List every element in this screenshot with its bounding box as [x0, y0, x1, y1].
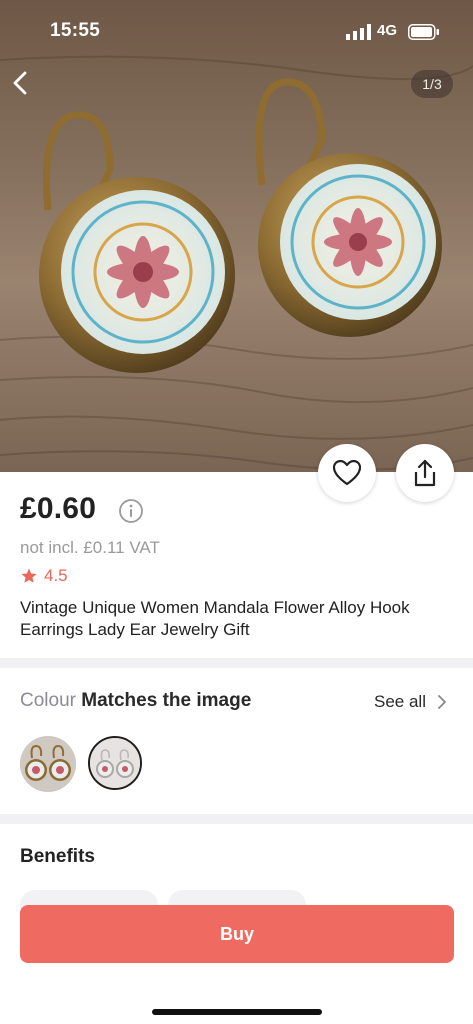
see-all-label: See all — [374, 692, 426, 711]
vat-note: not incl. £0.11 VAT — [20, 538, 160, 557]
info-icon[interactable] — [118, 498, 144, 524]
back-button[interactable] — [8, 70, 34, 96]
image-counter: 1/3 — [411, 70, 453, 98]
product-rating: 4.5 — [20, 566, 68, 586]
product-image[interactable] — [0, 0, 473, 472]
battery-icon — [408, 24, 439, 40]
share-icon — [414, 459, 436, 487]
section-divider — [0, 658, 473, 668]
colour-label: Colour — [20, 690, 76, 711]
section-divider — [0, 814, 473, 824]
network-type: 4G — [377, 22, 398, 39]
buy-button[interactable]: Buy — [20, 905, 454, 963]
product-title: Vintage Unique Women Mandala Flower Allo… — [20, 598, 410, 639]
back-icon — [13, 71, 27, 95]
status-bar: 15:55 4G — [0, 0, 473, 62]
product-price: £0.60 — [20, 492, 97, 525]
heart-icon — [333, 460, 361, 486]
colour-option-thumbnail[interactable] — [20, 736, 76, 792]
colour-value: Matches the image — [81, 690, 252, 711]
share-button[interactable] — [396, 444, 454, 502]
chevron-right-icon — [438, 695, 446, 709]
favorite-button[interactable] — [318, 444, 376, 502]
colour-selector-header: Colour Matches the image — [20, 690, 251, 712]
status-time: 15:55 — [50, 20, 101, 41]
signal-icon — [346, 24, 371, 40]
colour-option-thumbnail-selected[interactable] — [88, 736, 142, 790]
benefits-heading: Benefits — [20, 846, 95, 867]
home-indicator — [152, 1009, 322, 1015]
rating-value: 4.5 — [44, 566, 68, 585]
see-all-link[interactable]: See all — [374, 692, 452, 712]
star-icon — [21, 568, 37, 583]
